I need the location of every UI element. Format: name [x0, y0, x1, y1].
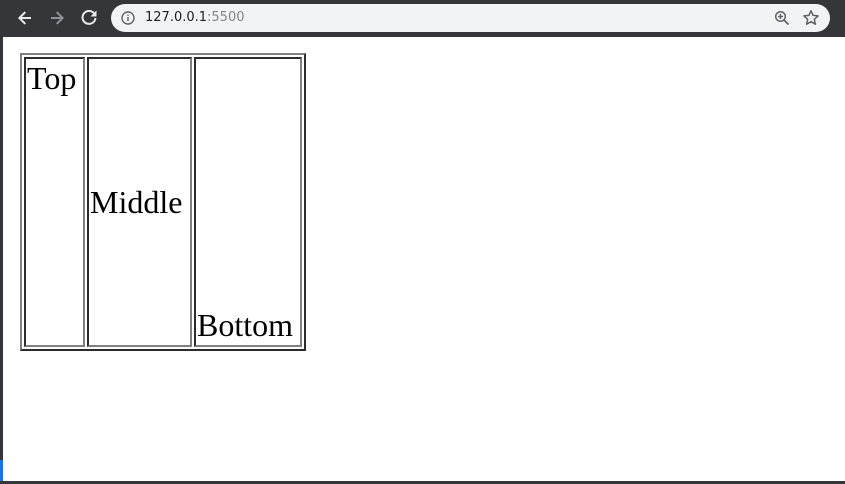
reload-button[interactable] [76, 5, 102, 31]
forward-button[interactable] [44, 5, 70, 31]
browser-window: 127.0.0.1:5500 Top Middle Bottom [0, 0, 845, 484]
reload-icon [81, 10, 97, 25]
top-cell: Top [24, 57, 85, 347]
bottom-cell: Bottom [194, 57, 302, 347]
arrow-left-icon [18, 11, 31, 25]
table-row: Top Middle Bottom [24, 57, 302, 347]
arrow-right-icon [51, 11, 64, 25]
url-text[interactable]: 127.0.0.1:5500 [145, 4, 245, 32]
zoom-in-icon[interactable] [774, 10, 790, 26]
star-icon[interactable] [802, 9, 820, 27]
url-host: 127.0.0.1 [145, 10, 208, 25]
browser-toolbar: 127.0.0.1:5500 [0, 0, 845, 36]
url-port: :5500 [207, 10, 245, 25]
address-bar[interactable]: 127.0.0.1:5500 [111, 4, 830, 32]
back-button[interactable] [12, 5, 38, 31]
middle-cell: Middle [87, 57, 192, 347]
alignment-table: Top Middle Bottom [20, 53, 306, 351]
window-edge-accent [0, 460, 3, 481]
page-viewport: Top Middle Bottom [3, 37, 845, 481]
info-icon[interactable] [121, 11, 135, 25]
